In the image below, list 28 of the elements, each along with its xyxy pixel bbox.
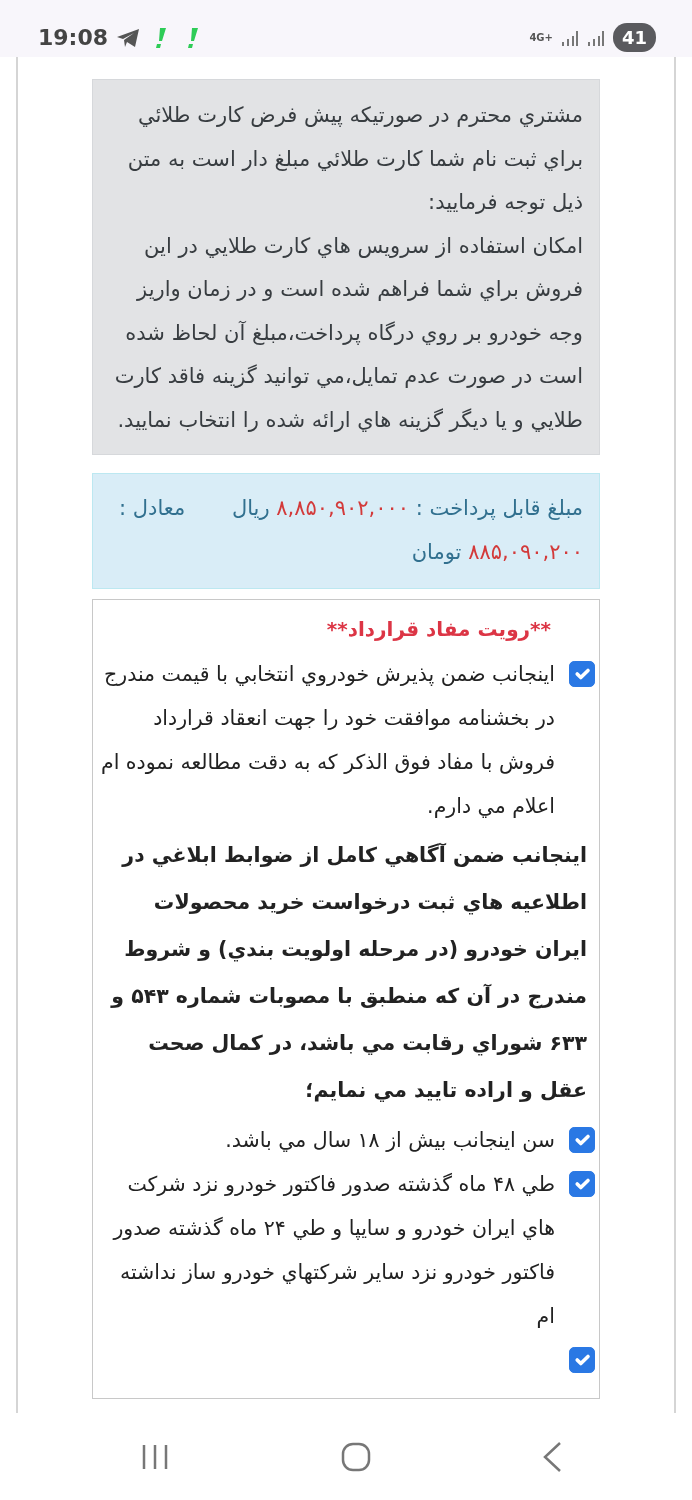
network-type: 4G+	[529, 32, 553, 43]
signal-icon	[586, 29, 605, 46]
checkbox-label: طي ۴۸ ماه گذشته صدور فاكتور خودرو نزد شركت هاي ايران خودرو و سايپا و طي ۲۴ ماه گذشته صدور فاكتور خودرو نزد ساير شركتهاي خودرو ساز نداشته ام	[111, 1171, 555, 1330]
paper-plane-icon	[116, 27, 141, 48]
battery-level: 41	[612, 23, 656, 52]
status-time: 19:08	[38, 24, 109, 52]
agree-checkbox[interactable]	[569, 1171, 595, 1197]
checkbox-label: سن اينجانب بيش از ۱۸ سال مي باشد.	[225, 1127, 555, 1154]
agree-checkbox[interactable]	[569, 1347, 595, 1373]
back-icon[interactable]	[542, 1440, 562, 1473]
recent-apps-icon[interactable]	[140, 1442, 170, 1471]
amount-label: تومان	[411, 540, 462, 564]
amount-value: ۸,۸۵۰,۹۰۲,۰۰۰	[276, 496, 410, 520]
checkbox-label: اينجانب ضمن پذيرش خودروي انتخابي با قيمت مندرج در بخشنامه موافقت خود را جهت انعقاد قرارداد فروش با مفاد فوق الذكر كه به دقت مطالعه نموده ام اعلام مي دارم.	[99, 661, 555, 820]
notice-paragraph: امكان استفاده از سرويس هاي كارت طلايي در اين فروش براي شما فراهم شده است و در زمان واريز وجه خودرو بر روي درگاه پرداخت،مبلغ آن لحاظ شده است در صورت عدم تمايل،مي توانيد گزينه فاقد كارت طلايي و يا ديگر گزينه هاي ارائه شده را انتخاب نماييد.	[113, 232, 583, 434]
contract-title: **رويت مفاد قرارداد**	[326, 616, 551, 643]
alert-icon	[154, 26, 169, 49]
home-icon[interactable]	[341, 1441, 371, 1472]
amount-label: مبلغ قابل پرداخت :	[415, 496, 583, 520]
statement-text: اينجانب ضمن آگاهي كامل از ضوابط ابلاغي در اطلاعيه هاي ثبت درخواست خريد محصولات ايران خودرو (در مرحله اولويت بندي) و شروط مندرج در آن كه منطبق با مصوبات شماره ۵۴۳ و ۶۳۳ شوراي رقابت مي باشد، در كمال صحت عقل و اراده تاييد مي نمايم؛	[109, 842, 587, 1104]
alert-icon	[186, 26, 201, 49]
amount-value: ۸۸۵,۰۹۰,۲۰۰	[468, 540, 583, 564]
amount-label: ريال	[231, 496, 270, 520]
signal-icon	[560, 29, 579, 46]
notice-paragraph: مشتري محترم در صورتيكه پيش فرض كارت طلائي براي ثبت نام شما كارت طلائي مبلغ دار است به متن ذيل توجه فرماييد:	[126, 102, 583, 216]
amount-label: معادل :	[119, 496, 186, 520]
agree-checkbox[interactable]	[569, 661, 595, 687]
agree-checkbox[interactable]	[569, 1127, 595, 1153]
